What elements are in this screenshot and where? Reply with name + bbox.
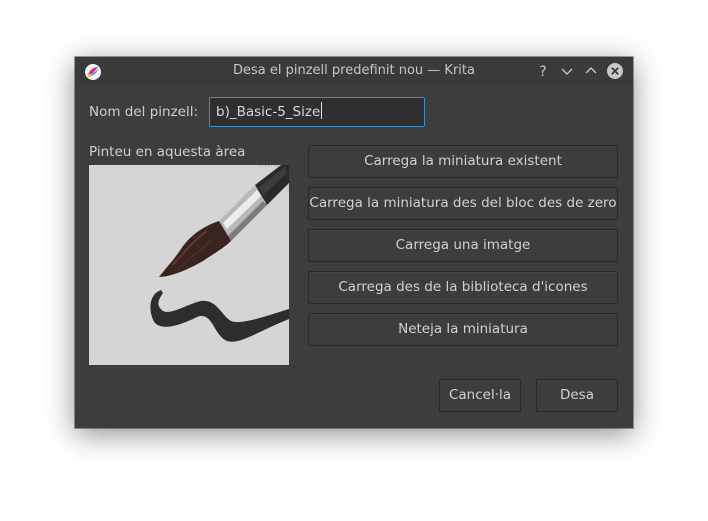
clear-thumbnail-button[interactable]: Neteja la miniatura <box>308 313 618 346</box>
chevron-up-icon[interactable] <box>582 62 600 80</box>
paint-area-label: Pinteu en aquesta àrea <box>89 144 246 160</box>
save-button[interactable]: Desa <box>536 379 618 412</box>
load-icon-library-button[interactable]: Carrega des de la biblioteca d'icones <box>308 271 618 304</box>
brush-thumbnail-image <box>150 165 289 342</box>
cancel-button[interactable]: Cancel·la <box>439 379 521 412</box>
desktop-background: Desa el pinzell predefinit nou — Krita ?… <box>0 0 708 521</box>
text-caret <box>321 102 323 119</box>
save-brush-preset-dialog: Desa el pinzell predefinit nou — Krita ?… <box>75 57 633 428</box>
load-existing-thumbnail-button[interactable]: Carrega la miniatura existent <box>308 145 618 178</box>
load-image-button[interactable]: Carrega una imatge <box>308 229 618 262</box>
brush-name-input[interactable]: b)_Basic-5_Size <box>209 97 425 127</box>
brush-name-label: Nom del pinzell: <box>89 104 199 120</box>
chevron-down-icon[interactable] <box>558 62 576 80</box>
thumbnail-paint-area[interactable] <box>89 165 289 365</box>
brush-name-value: b)_Basic-5_Size <box>216 104 321 120</box>
title-bar[interactable]: Desa el pinzell predefinit nou — Krita ? <box>75 57 633 86</box>
close-icon[interactable] <box>606 62 624 80</box>
help-icon[interactable]: ? <box>534 62 552 80</box>
load-scratchpad-thumbnail-button[interactable]: Carrega la miniatura des del bloc des de… <box>308 187 618 220</box>
svg-text:?: ? <box>539 64 546 80</box>
